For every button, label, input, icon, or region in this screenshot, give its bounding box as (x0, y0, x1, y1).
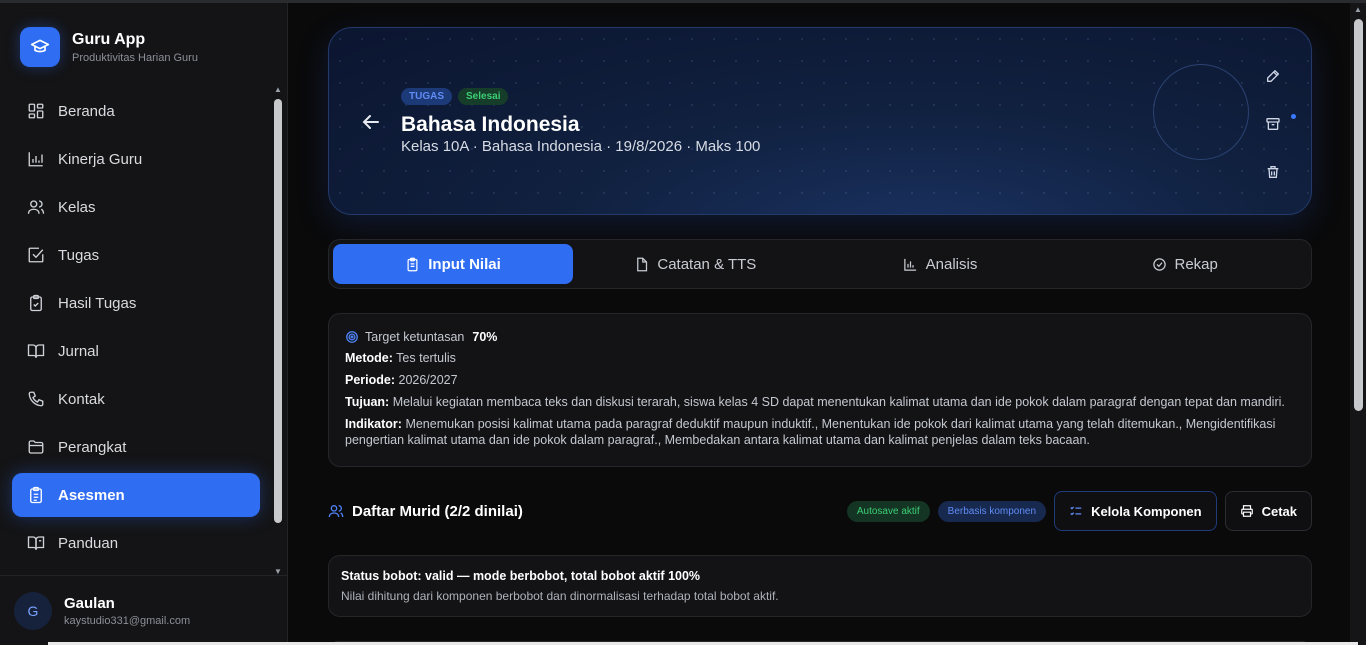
sidebar-item-beranda[interactable]: Beranda (12, 89, 260, 133)
tujuan-label: Tujuan: (345, 395, 390, 409)
tab-input-nilai[interactable]: Input Nilai (333, 244, 573, 284)
sidebar: Guru App Produktivitas Harian Guru Beran… (0, 3, 288, 645)
clipboard-check-icon (26, 293, 46, 313)
user-profile[interactable]: G Gaulan kaystudio331@gmail.com (0, 575, 287, 645)
metode-label: Metode: (345, 351, 393, 365)
target-icon (345, 330, 359, 344)
users-icon (26, 197, 46, 217)
sidebar-item-hasil-tugas[interactable]: Hasil Tugas (12, 281, 260, 325)
tab-label: Rekap (1174, 255, 1218, 273)
clipboard-icon (405, 257, 420, 272)
autosave-badge: Autosave aktif (846, 500, 930, 522)
tab-analisis[interactable]: Analisis (818, 244, 1063, 284)
decorative-circle (1153, 64, 1249, 160)
weight-status-title: Status bobot: valid — mode berbobot, tot… (341, 569, 701, 583)
weight-status-card: Status bobot: valid — mode berbobot, tot… (328, 555, 1312, 617)
target-label: Target ketuntasan (365, 330, 465, 344)
checkbox-icon (26, 245, 46, 265)
status-badge: Selesai (458, 88, 509, 105)
user-name: Gaulan (64, 594, 115, 612)
file-icon (634, 257, 649, 272)
trash-icon[interactable] (1259, 158, 1287, 186)
manage-components-label: Kelola Komponen (1091, 503, 1202, 519)
periode-value: 2026/2027 (398, 373, 458, 387)
tab-catatan-tts[interactable]: Catatan & TTS (573, 244, 818, 284)
sidebar-item-label: Asesmen (58, 486, 125, 504)
sidebar-item-label: Perangkat (58, 438, 127, 456)
tab-label: Catatan & TTS (657, 255, 757, 273)
sidebar-item-kelas[interactable]: Kelas (12, 185, 260, 229)
sidebar-item-label: Panduan (58, 534, 119, 552)
sidebar-item-label: Tugas (58, 246, 100, 264)
clipboard-list-icon (26, 485, 46, 505)
student-list-header: Daftar Murid (2/2 dinilai) Autosave akti… (328, 491, 1312, 531)
page-scrollbar[interactable]: ▲ (1350, 3, 1366, 645)
indikator-label: Indikator: (345, 417, 402, 431)
archive-icon[interactable] (1259, 110, 1287, 138)
weight-status-description: Nilai dihitung dari komponen berbobot da… (341, 589, 779, 603)
metode-value: Tes tertulis (396, 351, 456, 365)
sidebar-item-jurnal[interactable]: Jurnal (12, 329, 260, 373)
folder-icon (26, 437, 46, 457)
sidebar-scroll-thumb[interactable] (274, 99, 282, 523)
sidebar-item-label: Beranda (58, 102, 115, 120)
user-email: kaystudio331@gmail.com (64, 614, 191, 627)
mode-badge: Berbasis komponen (937, 500, 1047, 522)
graduation-cap-icon (20, 27, 60, 67)
grid-icon (26, 101, 46, 121)
tab-rekap[interactable]: Rekap (1062, 244, 1307, 284)
target-value: 70% (472, 330, 498, 344)
brand[interactable]: Guru App Produktivitas Harian Guru (20, 27, 198, 67)
sidebar-item-asesmen[interactable]: Asesmen (12, 473, 260, 517)
avatar: G (14, 591, 52, 630)
brand-title: Guru App (72, 30, 146, 48)
bar-chart-icon (903, 257, 918, 272)
users-icon (328, 503, 344, 519)
tab-bar: Input Nilai Catatan & TTS Analisis Rekap (328, 239, 1312, 289)
list-check-icon (1069, 504, 1083, 518)
book-help-icon (26, 533, 46, 553)
sidebar-item-kinerja-guru[interactable]: Kinerja Guru (12, 137, 260, 181)
phone-icon (26, 389, 46, 409)
manage-components-button[interactable]: Kelola Komponen (1054, 491, 1217, 531)
sidebar-item-label: Jurnal (58, 342, 99, 360)
brand-subtitle: Produktivitas Harian Guru (72, 51, 198, 64)
back-arrow-icon[interactable] (359, 110, 383, 134)
sidebar-item-label: Hasil Tugas (58, 294, 137, 312)
page-title: Bahasa Indonesia (401, 113, 580, 136)
tujuan-value: Melalui kegiatan membaca teks dan diskus… (392, 395, 1285, 409)
check-circle-icon (1152, 257, 1167, 272)
sidebar-nav: Beranda Kinerja Guru Kelas Tugas Hasil T… (12, 89, 260, 569)
scroll-up-icon[interactable]: ▲ (272, 85, 284, 95)
sidebar-item-tugas[interactable]: Tugas (12, 233, 260, 277)
sidebar-item-perangkat[interactable]: Perangkat (12, 425, 260, 469)
indikator-value: Menemukan posisi kalimat utama pada para… (345, 417, 1276, 447)
indicator-dot (1291, 114, 1296, 119)
sidebar-item-label: Kelas (58, 198, 96, 216)
sidebar-item-label: Kinerja Guru (58, 150, 143, 168)
type-badge: TUGAS (401, 88, 452, 105)
assessment-hero: TUGAS Selesai Bahasa Indonesia Kelas 10A… (328, 27, 1312, 215)
sidebar-scrollbar[interactable]: ▲ ▼ (272, 85, 284, 577)
page-scroll-thumb[interactable] (1353, 19, 1363, 411)
scroll-up-icon[interactable]: ▲ (1350, 3, 1366, 17)
page-subtitle: Kelas 10A · Bahasa Indonesia · 19/8/2026… (401, 138, 761, 155)
tab-label: Analisis (925, 255, 978, 273)
periode-label: Periode: (345, 373, 396, 387)
edit-pen-icon[interactable] (1259, 62, 1287, 90)
book-open-icon (26, 341, 46, 361)
main-content: TUGAS Selesai Bahasa Indonesia Kelas 10A… (288, 3, 1350, 645)
assessment-info-card: Target ketuntasan 70% Metode: Tes tertul… (328, 313, 1312, 467)
bar-chart-icon (26, 149, 46, 169)
printer-icon (1240, 504, 1254, 518)
sidebar-item-panduan[interactable]: Panduan (12, 521, 260, 565)
print-label: Cetak (1261, 503, 1297, 519)
student-list-title: Daftar Murid (2/2 dinilai) (352, 502, 523, 520)
print-button[interactable]: Cetak (1224, 491, 1312, 531)
sidebar-item-label: Kontak (58, 390, 105, 408)
sidebar-item-kontak[interactable]: Kontak (12, 377, 260, 421)
tab-label: Input Nilai (428, 255, 501, 273)
